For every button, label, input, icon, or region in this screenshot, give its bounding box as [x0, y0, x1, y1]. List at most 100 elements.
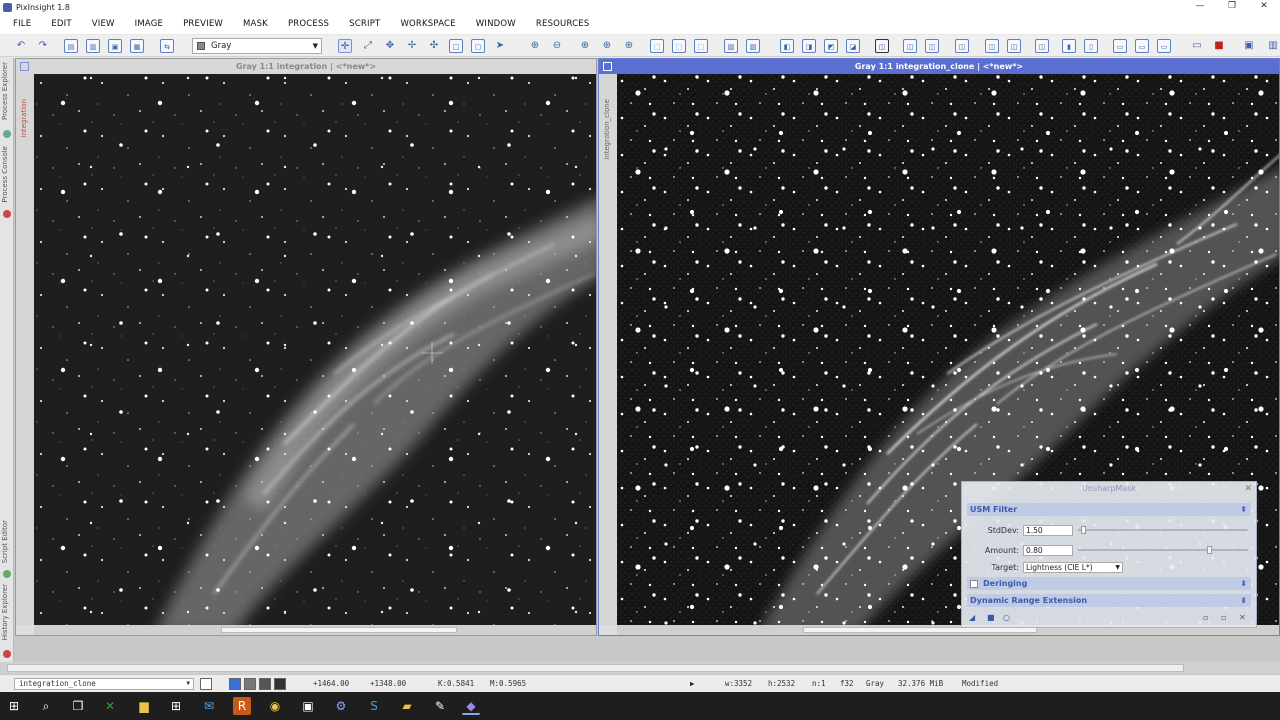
menu-resources[interactable]: RESOURCES — [526, 19, 600, 29]
window-title-integration-clone[interactable]: Gray 1:1 integration_clone | <*new*> — [599, 59, 1279, 74]
channel-alpha-icon[interactable]: ◫ — [1007, 39, 1021, 53]
maximize-button[interactable]: ❐ — [1216, 0, 1248, 14]
mask-invert-icon[interactable]: ◩ — [824, 39, 838, 53]
display-mode-normal-icon[interactable] — [229, 678, 241, 690]
display-mode-3-icon[interactable] — [259, 678, 271, 690]
tab-process-explorer[interactable]: Process Explorer — [1, 62, 9, 120]
tab-script-editor[interactable]: Script Editor — [1, 520, 9, 563]
image-canvas-integration[interactable] — [34, 74, 596, 625]
workspace-scrollbar[interactable] — [0, 662, 1280, 674]
tab-process-console[interactable]: Process Console — [1, 146, 9, 203]
redo-icon[interactable]: ↷ — [36, 39, 50, 53]
window-menu-icon[interactable] — [20, 62, 29, 71]
menu-workspace[interactable]: WORKSPACE — [390, 19, 465, 29]
search-icon[interactable]: ⌕ — [37, 697, 55, 715]
target-select[interactable]: Lightness (CIE L*) ▼ — [1023, 561, 1123, 573]
dialog-title-bar[interactable]: UnsharpMask ✕ — [962, 482, 1256, 496]
tab-history-explorer[interactable]: History Explorer — [1, 584, 9, 640]
channel-blue-icon[interactable]: ◫ — [955, 39, 969, 53]
pen-icon[interactable]: ✎ — [431, 697, 449, 715]
pan-mode-icon[interactable]: ✥ — [383, 39, 397, 53]
section-deringing[interactable]: Deringing ⇟ — [967, 577, 1251, 590]
monitor-icon[interactable]: ▭ — [1190, 39, 1204, 53]
undo-all-icon[interactable]: ▤ — [64, 39, 78, 53]
minimize-button[interactable]: — — [1184, 0, 1216, 14]
menu-image[interactable]: IMAGE — [125, 19, 173, 29]
menu-window[interactable]: WINDOW — [466, 19, 526, 29]
close-button[interactable]: ✕ — [1248, 0, 1280, 14]
deringing-checkbox[interactable] — [970, 579, 978, 588]
chrome-icon[interactable]: ◉ — [266, 697, 284, 715]
record-icon[interactable]: ■ — [1212, 39, 1226, 53]
channel-green-icon[interactable]: ◫ — [925, 39, 939, 53]
new-instance-icon[interactable]: ◢ — [969, 613, 975, 622]
display-mode-2-icon[interactable] — [244, 678, 256, 690]
format-icon[interactable]: ▭ — [1113, 39, 1127, 53]
skype-icon[interactable]: S — [365, 697, 383, 715]
icon-list-icon[interactable]: ▭ — [1157, 39, 1171, 53]
fit-width-icon[interactable]: ⬚ — [672, 39, 686, 53]
horizontal-scrollbar-left[interactable] — [34, 625, 596, 635]
unsharpmask-dialog[interactable]: UnsharpMask ✕ USM Filter ⇞ StdDev: 1.50 … — [961, 481, 1257, 628]
redo-all-icon[interactable]: ▥ — [86, 39, 100, 53]
toolbar-more-icon[interactable]: ▥ — [1266, 39, 1280, 53]
undo-icon[interactable]: ↶ — [14, 39, 28, 53]
menu-view[interactable]: VIEW — [82, 19, 125, 29]
mail-icon[interactable]: ✉ — [200, 697, 218, 715]
move-icon[interactable]: ✣ — [427, 39, 441, 53]
terminal-icon[interactable]: ▣ — [299, 697, 317, 715]
zoom-1-1-icon[interactable]: ⊕ — [578, 39, 592, 53]
view-options-icon[interactable] — [200, 678, 212, 690]
apply-icon[interactable]: ■ — [987, 613, 995, 622]
pixinsight-icon[interactable]: ◆ — [462, 697, 480, 715]
fit-height-icon[interactable]: ⬚ — [694, 39, 708, 53]
menu-file[interactable]: FILE — [0, 19, 41, 29]
zoom-in-icon[interactable]: ⊕ — [528, 39, 542, 53]
clone-icon[interactable]: ▦ — [130, 39, 144, 53]
workspace-icon[interactable]: ▣ — [1242, 39, 1256, 53]
task-view-icon[interactable]: ❐ — [69, 697, 87, 715]
expand-icon[interactable]: ⇟ — [1240, 594, 1247, 607]
section-usm-filter[interactable]: USM Filter ⇞ — [967, 503, 1251, 516]
view-list-icon[interactable]: ▭ — [1135, 39, 1149, 53]
menu-script[interactable]: SCRIPT — [339, 19, 390, 29]
stddev-field[interactable]: 1.50 — [1023, 524, 1073, 536]
real-time-preview-icon[interactable]: ○ — [1003, 613, 1010, 622]
excel-icon[interactable]: ✕ — [101, 697, 119, 715]
display-mode-4-icon[interactable] — [274, 678, 286, 690]
duplicate-icon[interactable]: ▣ — [108, 39, 122, 53]
network-icon[interactable]: ⚙ — [332, 697, 350, 715]
explorer-icon[interactable]: ▮ — [1062, 39, 1076, 53]
edit-preview-icon[interactable]: □ — [449, 39, 463, 53]
cmyk-icon[interactable]: ◫ — [1035, 39, 1049, 53]
zoom-out-icon[interactable]: ⊖ — [550, 39, 564, 53]
amount-field[interactable]: 0.80 — [1023, 544, 1073, 556]
collapse-icon[interactable]: ⇞ — [1240, 503, 1247, 516]
menu-preview[interactable]: PREVIEW — [173, 19, 233, 29]
mask-remove-icon[interactable]: ◪ — [846, 39, 860, 53]
edit-instance-icon[interactable]: ▫ — [1221, 613, 1226, 622]
zoom-fit-icon[interactable]: ⊕ — [600, 39, 614, 53]
window-title-integration[interactable]: Gray 1:1 integration | <*new*> — [16, 59, 596, 74]
play-icon[interactable]: ▶ — [690, 679, 695, 688]
fit-view-icon[interactable]: ⬚ — [650, 39, 664, 53]
reset-icon[interactable]: ✕ — [1239, 613, 1246, 622]
scroll-thumb[interactable] — [221, 627, 457, 633]
menu-mask[interactable]: MASK — [233, 19, 278, 29]
swap-icon[interactable]: ⇆ — [160, 39, 174, 53]
readout-mode-icon[interactable]: ✛ — [338, 39, 352, 53]
stf-icon[interactable]: ▧ — [724, 39, 738, 53]
zoom-mode-icon[interactable]: ⤢ — [361, 39, 375, 53]
image-window-integration[interactable]: Gray 1:1 integration | <*new*> integrati… — [15, 58, 597, 636]
channel-combo[interactable]: Gray ▼ — [192, 38, 322, 54]
amount-slider-handle[interactable] — [1207, 546, 1212, 554]
menu-process[interactable]: PROCESS — [278, 19, 339, 29]
window-menu-icon[interactable] — [603, 62, 612, 71]
view-selector[interactable]: integration_clone ▼ — [14, 678, 194, 690]
store-icon[interactable]: ⊞ — [167, 697, 185, 715]
mask-show-icon[interactable]: ◨ — [802, 39, 816, 53]
stddev-slider-handle[interactable] — [1081, 526, 1086, 534]
folder-icon[interactable]: ▰ — [398, 697, 416, 715]
close-icon[interactable]: ✕ — [1244, 482, 1252, 496]
zoom-window-icon[interactable]: ⊕ — [622, 39, 636, 53]
